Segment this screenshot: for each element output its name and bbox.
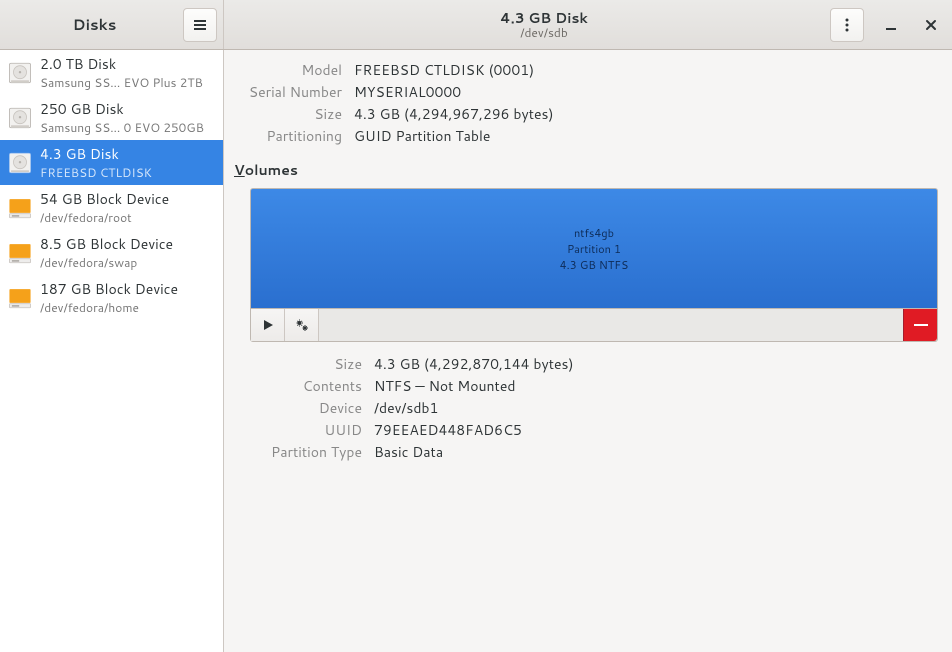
disk-item-subtitle: Samsung SS… 0 EVO 250GB (40, 119, 215, 136)
partition-name: ntfs4gb (560, 225, 629, 241)
disk-item-texts: 4.3 GB Disk FREEBSD CTLDISK (40, 144, 215, 181)
disk-item-title: 2.0 TB Disk (40, 54, 215, 74)
partitioning-label: Partitioning (234, 126, 342, 146)
vol-pt-label: Partition Type (250, 442, 362, 462)
disk-info-grid: Model FREEBSD CTLDISK (0001) Serial Numb… (234, 60, 938, 146)
partition-size-fs: 4.3 GB NTFS (560, 257, 629, 273)
disk-item-texts: 54 GB Block Device /dev/fedora/root (40, 189, 215, 226)
disk-list[interactable]: 2.0 TB Disk Samsung SS… EVO Plus 2TB 250… (0, 50, 224, 652)
block-device-icon (6, 284, 34, 312)
disk-item-subtitle: /dev/fedora/swap (40, 254, 215, 271)
vol-uuid-value: 79EEAED448FAD6C5 (374, 420, 938, 440)
main-split: 2.0 TB Disk Samsung SS… EVO Plus 2TB 250… (0, 50, 952, 652)
vol-device-value: /dev/sdb1 (374, 398, 938, 418)
gears-icon (294, 317, 310, 333)
partitioning-value: GUID Partition Table (354, 126, 938, 146)
serial-label: Serial Number (234, 82, 342, 102)
volume-toolbar (250, 308, 938, 342)
header-subtitle: /dev/sdb (266, 26, 822, 40)
vol-contents-label: Contents (250, 376, 362, 396)
disk-item-title: 187 GB Block Device (40, 279, 215, 299)
disk-item-title: 4.3 GB Disk (40, 144, 215, 164)
disk-item-title: 54 GB Block Device (40, 189, 215, 209)
disk-list-item[interactable]: 54 GB Block Device /dev/fedora/root (0, 185, 223, 230)
disk-item-texts: 2.0 TB Disk Samsung SS… EVO Plus 2TB (40, 54, 215, 91)
hamburger-menu-button[interactable] (183, 8, 217, 42)
disk-item-subtitle: /dev/fedora/root (40, 209, 215, 226)
vol-device-label: Device (250, 398, 362, 418)
volume-info-grid: Size 4.3 GB (4,292,870,144 bytes) Conten… (250, 354, 938, 462)
disk-item-texts: 8.5 GB Block Device /dev/fedora/swap (40, 234, 215, 271)
header-controls (822, 8, 944, 42)
disk-item-subtitle: FREEBSD CTLDISK (40, 164, 215, 181)
volumes-heading: Volumes (234, 160, 938, 180)
headerbar-right: 4.3 GB Disk /dev/sdb (224, 0, 952, 49)
disk-list-item[interactable]: 250 GB Disk Samsung SS… 0 EVO 250GB (0, 95, 223, 140)
drive-options-button[interactable] (830, 8, 864, 42)
minus-icon (914, 324, 928, 326)
minimize-icon (884, 18, 898, 32)
disk-list-item[interactable]: 187 GB Block Device /dev/fedora/home (0, 275, 223, 320)
volume-settings-button[interactable] (285, 309, 319, 341)
detail-pane: Model FREEBSD CTLDISK (0001) Serial Numb… (224, 50, 952, 652)
partition-number: Partition 1 (560, 241, 629, 257)
app-title: Disks (6, 14, 183, 35)
delete-partition-button[interactable] (903, 309, 937, 341)
harddisk-icon (6, 149, 34, 177)
app-window: Disks 4.3 GB Disk /dev/sdb (0, 0, 952, 652)
toolbar-spacer (319, 309, 903, 341)
header-title-block: 4.3 GB Disk /dev/sdb (266, 10, 822, 40)
disk-list-item[interactable]: 2.0 TB Disk Samsung SS… EVO Plus 2TB (0, 50, 223, 95)
disk-item-title: 8.5 GB Block Device (40, 234, 215, 254)
serial-value: MYSERIAL0000 (354, 82, 938, 102)
mount-button[interactable] (251, 309, 285, 341)
partition-block[interactable]: ntfs4gb Partition 1 4.3 GB NTFS (250, 188, 938, 308)
disk-list-item[interactable]: 4.3 GB Disk FREEBSD CTLDISK (0, 140, 223, 185)
disk-item-texts: 250 GB Disk Samsung SS… 0 EVO 250GB (40, 99, 215, 136)
close-button[interactable] (918, 12, 944, 38)
harddisk-icon (6, 104, 34, 132)
hamburger-icon (192, 17, 208, 33)
disk-item-texts: 187 GB Block Device /dev/fedora/home (40, 279, 215, 316)
disk-list-item[interactable]: 8.5 GB Block Device /dev/fedora/swap (0, 230, 223, 275)
model-value: FREEBSD CTLDISK (0001) (354, 60, 938, 80)
minimize-button[interactable] (878, 12, 904, 38)
headerbar-left: Disks (0, 0, 224, 49)
disk-item-subtitle: /dev/fedora/home (40, 299, 215, 316)
vol-pt-value: Basic Data (374, 442, 938, 462)
vol-size-value: 4.3 GB (4,292,870,144 bytes) (374, 354, 938, 374)
play-icon (261, 318, 275, 332)
vol-contents-value: NTFS — Not Mounted (374, 376, 938, 396)
volumes-area: ntfs4gb Partition 1 4.3 GB NTFS (234, 188, 938, 462)
vol-size-label: Size (250, 354, 362, 374)
block-device-icon (6, 194, 34, 222)
close-icon (924, 18, 938, 32)
disk-size-label: Size (234, 104, 342, 124)
block-device-icon (6, 239, 34, 267)
harddisk-icon (6, 59, 34, 87)
kebab-icon (839, 17, 855, 33)
disk-item-title: 250 GB Disk (40, 99, 215, 119)
headerbar: Disks 4.3 GB Disk /dev/sdb (0, 0, 952, 50)
disk-item-subtitle: Samsung SS… EVO Plus 2TB (40, 74, 215, 91)
disk-size-value: 4.3 GB (4,294,967,296 bytes) (354, 104, 938, 124)
model-label: Model (234, 60, 342, 80)
vol-uuid-label: UUID (250, 420, 362, 440)
